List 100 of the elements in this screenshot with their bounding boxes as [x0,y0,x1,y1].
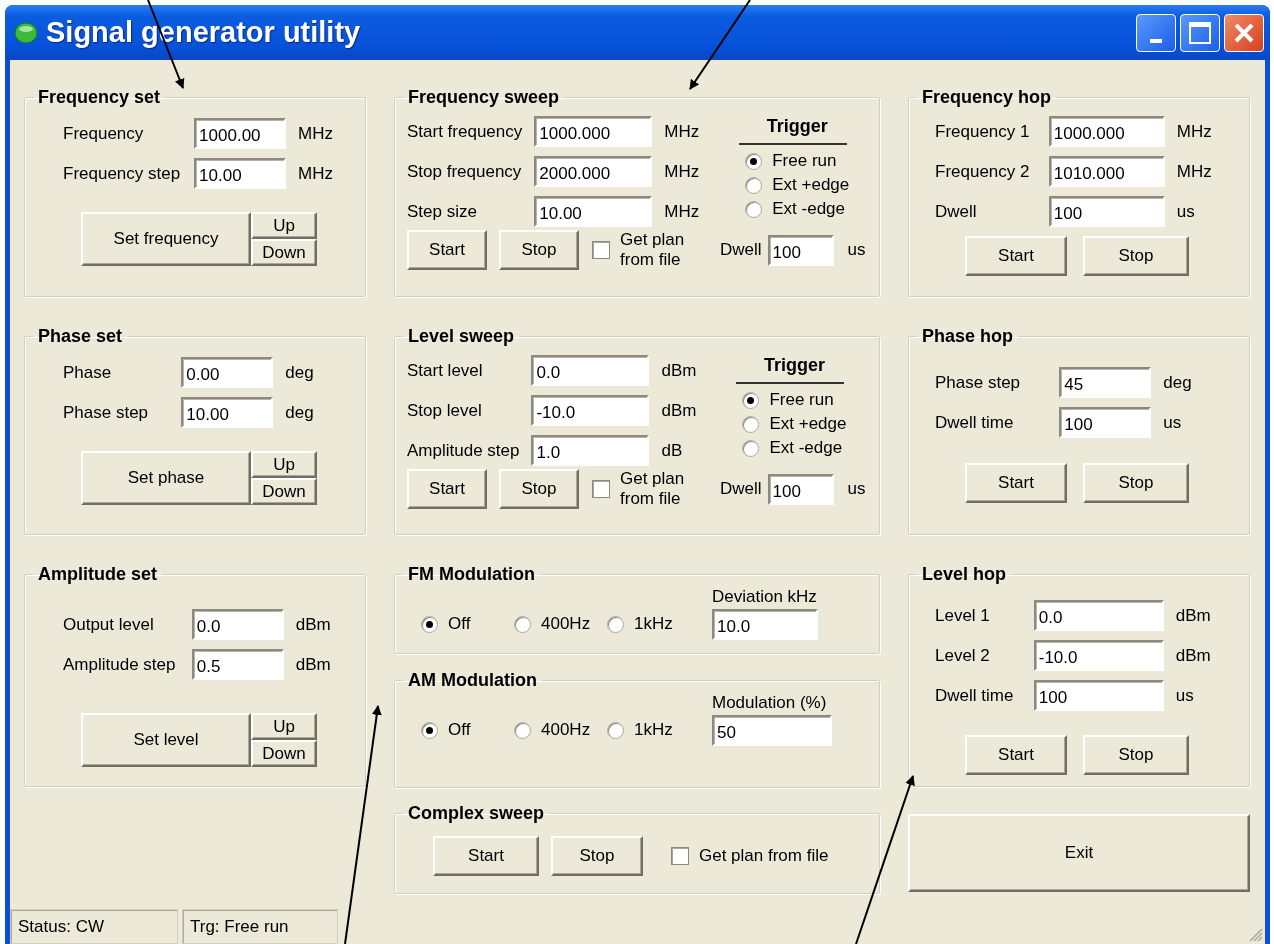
resize-grip-icon [1249,928,1263,942]
input-field[interactable]: 0.0 [191,609,284,640]
group-title: Phase hop [922,326,1014,346]
push-button[interactable]: Up [251,713,317,740]
unit-label: deg [1163,372,1193,393]
unit-label: dBm [295,654,332,675]
push-button[interactable]: Start [965,735,1067,775]
field-label: Phase step [63,402,150,423]
maximize-button[interactable] [1180,13,1220,52]
field-label: Amplitude step [407,440,520,461]
input-field[interactable]: 0.5 [191,649,284,680]
input-field[interactable]: 1000.000 [534,116,653,147]
push-button[interactable]: Set frequency [81,212,251,266]
radio-option[interactable]: 400Hz [514,614,607,634]
push-button[interactable]: Down [251,239,317,266]
field-label: Frequency 1 [935,121,1031,142]
unit-label: MHz [298,123,335,144]
unit-label: MHz [664,161,700,182]
push-button[interactable]: Start [407,230,487,271]
push-button[interactable]: Up [251,212,317,239]
input-field[interactable]: -10.0 [1033,640,1164,671]
push-button[interactable]: Start [407,469,487,510]
radio-option[interactable]: Ext +edge [742,414,847,434]
radio-option[interactable]: Free run [742,390,847,410]
input-field[interactable]: 2000.000 [534,156,653,187]
input-field[interactable]: 50 [712,715,832,746]
push-button[interactable]: Up [251,451,317,478]
maximize-icon [1188,20,1212,45]
checkbox[interactable]: Get plan from file [671,845,829,867]
push-button[interactable]: Set level [81,713,251,767]
field-label: Start frequency [407,121,523,142]
push-button[interactable]: Down [251,478,317,505]
input-field[interactable]: 0.00 [181,357,274,388]
push-button[interactable]: Stop [551,836,643,876]
field-label: Frequency step [63,163,182,184]
push-button[interactable]: Stop [1083,735,1189,775]
checkbox[interactable]: Get plan from file [592,469,700,510]
input-field[interactable]: 100 [767,234,834,266]
input-field[interactable]: 100 [767,473,834,505]
input-field[interactable]: 0.0 [531,355,650,386]
status-panel: Trg: Free run [182,909,338,944]
field-label: Phase [63,362,113,383]
group-title: AM Modulation [408,670,537,690]
input-field[interactable]: 10.0 [712,609,818,640]
unit-label: dB [661,440,684,461]
trigger-heading: Trigger [739,116,848,145]
radio-option[interactable]: 400Hz [514,720,607,740]
group-title: Level sweep [408,326,515,346]
field-label: Frequency 2 [935,161,1031,182]
field-label: Level 2 [935,645,991,666]
input-field[interactable]: 10.00 [181,397,274,428]
push-button[interactable]: Stop [1083,236,1189,276]
radio-option[interactable]: Ext -edge [742,438,847,458]
push-button[interactable]: Start [965,463,1067,503]
unit-label: us [1176,201,1196,222]
minimize-button[interactable] [1136,13,1176,52]
exit-button[interactable]: Exit [908,814,1250,892]
unit-label: deg [285,402,315,423]
push-button[interactable]: Start [433,836,539,876]
input-field[interactable]: 1.0 [531,435,650,466]
push-button[interactable]: Stop [499,469,579,510]
radio-option[interactable]: Ext +edge [745,175,850,195]
unit-label: dBm [1175,605,1212,626]
input-field[interactable]: 100 [1033,680,1164,711]
radio-option[interactable]: Off [421,614,514,634]
checkbox[interactable]: Get plan from file [592,230,700,271]
field-label: Dwell time [935,685,1015,706]
radio-option[interactable]: Free run [745,151,850,171]
input-field[interactable]: 100 [1059,407,1152,438]
input-field[interactable]: 0.0 [1033,600,1164,631]
app-icon [14,21,38,44]
input-field[interactable]: 100 [1048,196,1165,227]
input-field[interactable]: 1010.000 [1048,156,1165,187]
radio-option[interactable]: 1kHz [607,614,712,634]
field-label: Dwell [720,240,762,261]
field-label: Stop frequency [407,161,523,182]
push-button[interactable]: Down [251,740,317,767]
field-label: Modulation (%) [712,693,828,713]
input-field[interactable]: 10.00 [194,158,287,189]
field-label: Dwell [720,479,762,500]
radio-option[interactable]: 1kHz [607,720,712,740]
radio-option[interactable]: Off [421,720,514,740]
status-panel: Status: CW [10,909,178,944]
input-field[interactable]: 10.00 [534,196,653,227]
input-field[interactable]: 1000.00 [194,118,287,149]
unit-label: MHz [664,121,700,142]
field-label: Amplitude step [63,654,177,675]
push-button[interactable]: Start [965,236,1067,276]
radio-option[interactable]: Ext -edge [745,199,850,219]
input-field[interactable]: -10.0 [531,395,650,426]
unit-label: MHz [1176,121,1213,142]
push-button[interactable]: Stop [499,230,579,271]
input-field[interactable]: 1000.000 [1048,116,1165,147]
field-label: Dwell [935,201,978,222]
close-button[interactable] [1224,13,1264,52]
push-button[interactable]: Set phase [81,451,251,505]
unit-label: MHz [1176,161,1213,182]
unit-label: deg [285,362,315,383]
input-field[interactable]: 45 [1059,367,1152,398]
push-button[interactable]: Stop [1083,463,1189,503]
